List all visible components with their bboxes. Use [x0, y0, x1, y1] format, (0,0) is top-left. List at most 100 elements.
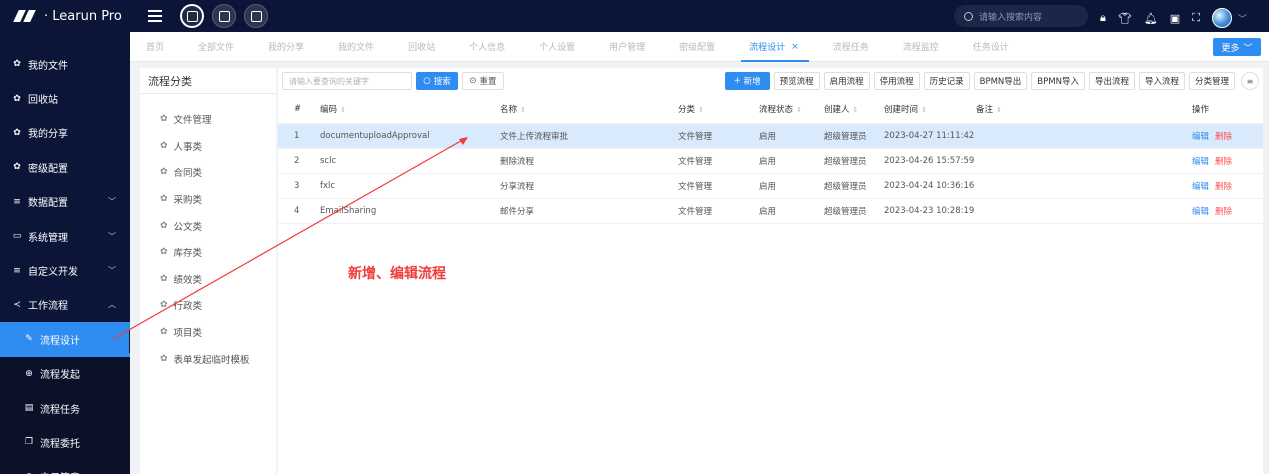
search-button[interactable]: ○ 搜索	[416, 72, 458, 90]
category-item[interactable]: ✿ 行政类	[140, 292, 276, 319]
category-item[interactable]: ✿ 人事类	[140, 133, 276, 160]
app-switch-code-icon[interactable]	[180, 4, 204, 28]
more-tabs-button[interactable]: 更多 ﹀	[1213, 38, 1261, 56]
tab[interactable]: 流程任务	[833, 32, 869, 62]
sidebar-subitem[interactable]: ▤ 流程任务	[0, 390, 130, 426]
column-settings-icon[interactable]: ≡	[1241, 72, 1259, 90]
tab[interactable]: 个人设置	[539, 32, 575, 62]
column-header[interactable]: 创建人 ⇕	[824, 103, 858, 115]
edit-link[interactable]: 编辑	[1192, 157, 1209, 167]
sidebar-item[interactable]: ▭ 系统管理 ﹀	[0, 219, 130, 253]
sidebar-subitem[interactable]: ✎ 流程设计	[0, 322, 130, 357]
bell-icon[interactable]: 🔔︎	[1144, 12, 1158, 25]
column-header-label: 操作	[1192, 104, 1210, 115]
sidebar-item[interactable]: ✿ 我的分享	[0, 116, 130, 150]
category-item[interactable]: ✿ 文件管理	[140, 106, 276, 133]
keyword-search-input[interactable]: 请输入要查询的关键字	[282, 72, 412, 90]
edit-link[interactable]: 编辑	[1192, 132, 1209, 142]
tab[interactable]: 我的分享	[268, 32, 304, 62]
table-row[interactable]: 4 EmailSharing 邮件分享 文件管理 启用 超级管理员 2023-04-23 1…	[278, 199, 1263, 224]
tab[interactable]: 个人信息	[469, 32, 505, 62]
sort-icon[interactable]: ⇕	[340, 106, 346, 114]
table-row[interactable]: 3 fxlc 分享流程 文件管理 启用 超级管理员 2023-04-24 10:36:16 编…	[278, 174, 1263, 199]
tab[interactable]: 全部文件	[198, 32, 234, 62]
reset-button[interactable]: ⊙ 重置	[462, 72, 504, 90]
toolbar-button[interactable]: BPMN导出	[973, 72, 1028, 90]
sidebar-item[interactable]: ✿ 密级配置	[0, 150, 130, 184]
menu-toggle-icon[interactable]	[148, 7, 162, 25]
avatar[interactable]	[1211, 8, 1232, 28]
toolbar-button[interactable]: 历史记录	[923, 72, 970, 90]
tab[interactable]: 流程设计 ×	[741, 32, 809, 62]
tab[interactable]: 用户管理	[609, 32, 645, 62]
sort-icon[interactable]: ⇕	[698, 106, 704, 114]
tab[interactable]: 回收站	[408, 32, 435, 62]
column-header[interactable]: 备注 ⇕	[976, 103, 1002, 115]
app-switch-screen-icon[interactable]	[244, 4, 268, 28]
column-header: #	[294, 104, 301, 114]
toolbar-button[interactable]: 预览流程	[773, 72, 820, 90]
tab[interactable]: 流程监控	[903, 32, 939, 62]
tab-label: 任务设计	[972, 43, 1009, 53]
delete-link[interactable]: 删除	[1215, 207, 1232, 217]
sort-icon[interactable]: ⇕	[520, 106, 526, 114]
logo[interactable]: · Learun Pro	[0, 9, 130, 24]
global-search-input[interactable]: 请输入搜索内容	[954, 5, 1088, 27]
category-item[interactable]: ✿ 合同类	[140, 159, 276, 186]
delete-link[interactable]: 删除	[1215, 157, 1232, 167]
tab[interactable]: 密级配置	[679, 32, 715, 62]
column-header[interactable]: 流程状态 ⇕	[759, 103, 802, 115]
fullscreen-icon[interactable]: ⛶	[1192, 11, 1200, 25]
toolbar-button-label: 导出流程	[1094, 77, 1129, 87]
delete-link[interactable]: 删除	[1215, 132, 1232, 142]
toolbar-button[interactable]: 导出流程	[1088, 72, 1135, 90]
category-item[interactable]: ✿ 表单发起临时模板	[140, 345, 276, 372]
table-row[interactable]: 2 sclc 删除流程 文件管理 启用 超级管理员 2023-04-26 15:57:59 编…	[278, 149, 1263, 174]
sidebar-item[interactable]: ✿ 回收站	[0, 81, 130, 115]
sidebar-subitem[interactable]: ⊕ 流程发起	[0, 356, 130, 391]
chevron-down-icon[interactable]: ﹀	[1238, 12, 1247, 25]
edit-link[interactable]: 编辑	[1192, 182, 1209, 192]
toolbar-button[interactable]: + 新增	[724, 72, 770, 90]
category-item[interactable]: ✿ 库存类	[140, 239, 276, 266]
toolbar-button[interactable]: 启用流程	[823, 72, 870, 90]
column-header[interactable]: 创建时间 ⇕	[884, 103, 927, 115]
close-icon[interactable]: ×	[791, 42, 799, 52]
sidebar-item-label: 系统管理	[28, 232, 68, 244]
column-header[interactable]: 名称 ⇕	[500, 103, 526, 115]
column-header[interactable]: 编码 ⇕	[320, 103, 346, 115]
message-icon[interactable]: ▣	[1170, 12, 1180, 25]
row-actions: 编辑 删除	[1192, 130, 1232, 142]
sidebar-item[interactable]: ≺ 工作流程 ︿	[0, 288, 130, 322]
row-actions: 编辑 删除	[1192, 155, 1232, 167]
toolbar-button[interactable]: BPMN导入	[1031, 72, 1085, 90]
category-item[interactable]: ✿ 公文类	[140, 212, 276, 239]
edit-link[interactable]: 编辑	[1192, 207, 1209, 217]
table-row[interactable]: 1 documentuploadApproval 文件上传流程审批 文件管理 启用 超级管…	[278, 124, 1263, 149]
sort-icon[interactable]: ⇕	[796, 106, 802, 114]
column-header[interactable]: 分类 ⇕	[678, 103, 704, 115]
category-item[interactable]: ✿ 采购类	[140, 186, 276, 213]
category-item[interactable]: ✿ 绩效类	[140, 266, 276, 293]
app-switch-doc-icon[interactable]	[212, 4, 236, 28]
toolbar-button[interactable]: 导入流程	[1138, 72, 1185, 90]
sort-icon[interactable]: ⇕	[996, 106, 1002, 114]
lock-icon[interactable]: 🔒︎	[1100, 11, 1106, 25]
sidebar-subitem[interactable]: ◉ 电子签章	[0, 459, 130, 474]
shirt-icon[interactable]: 👕︎	[1118, 12, 1132, 25]
tab[interactable]: 任务设计	[973, 32, 1009, 62]
app-title: · Learun Pro	[44, 8, 122, 24]
sort-icon[interactable]: ⇕	[921, 106, 927, 114]
tab[interactable]: 我的文件	[338, 32, 374, 62]
toolbar-button[interactable]: 分类管理	[1188, 72, 1235, 90]
sidebar-item[interactable]: ✿ 我的文件	[0, 47, 130, 81]
delete-link[interactable]: 删除	[1215, 182, 1232, 192]
sort-icon[interactable]: ⇕	[853, 106, 859, 114]
sidebar-item[interactable]: ≡ 数据配置 ﹀	[0, 185, 130, 219]
search-icon	[964, 11, 973, 21]
tab[interactable]: 首页	[146, 32, 164, 62]
toolbar-button[interactable]: 停用流程	[873, 72, 920, 90]
sidebar-item[interactable]: ≡ 自定义开发 ﹀	[0, 253, 130, 287]
sidebar-subitem[interactable]: ❐ 流程委托	[0, 425, 130, 460]
category-item[interactable]: ✿ 项目类	[140, 319, 276, 346]
